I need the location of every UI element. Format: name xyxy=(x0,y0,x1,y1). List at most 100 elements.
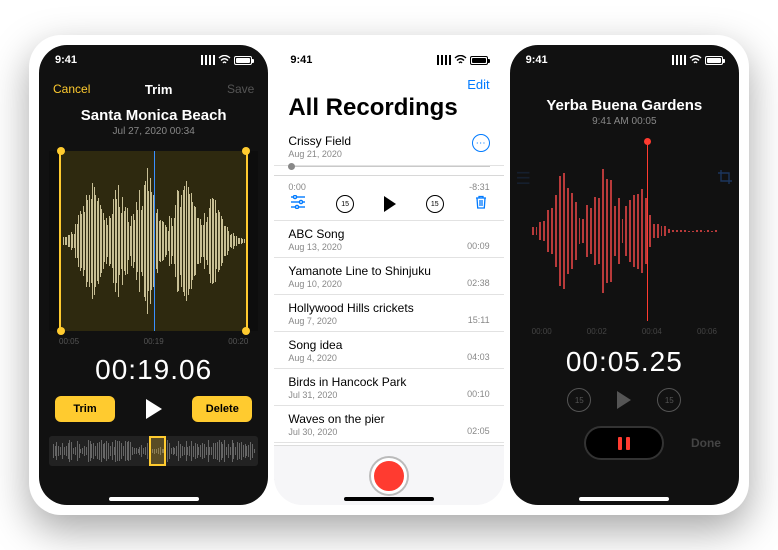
battery-icon xyxy=(470,56,488,65)
done-button[interactable]: Done xyxy=(691,436,721,450)
wifi-icon xyxy=(689,55,702,65)
recording-date: Aug 7, 2020 xyxy=(288,316,489,326)
home-indicator[interactable] xyxy=(579,497,669,501)
playhead[interactable] xyxy=(154,151,155,331)
more-button[interactable]: ⋯ xyxy=(472,134,490,152)
play-button[interactable] xyxy=(146,399,162,419)
phone-trim: 9:41 Cancel Trim Save Santa Monica Beach… xyxy=(39,45,268,505)
play-button[interactable] xyxy=(617,391,631,409)
skip-back-button[interactable]: 15 xyxy=(336,195,354,213)
signal-icon xyxy=(672,55,686,65)
recording-duration: 00:09 xyxy=(467,241,490,251)
time-readout: 0:00 -8:31 xyxy=(274,175,503,192)
recording-duration: 15:11 xyxy=(468,315,490,325)
trim-handle[interactable] xyxy=(57,327,65,335)
tick: 00:04 xyxy=(642,327,662,336)
scrubber-window[interactable] xyxy=(149,436,166,466)
wifi-icon xyxy=(218,55,231,65)
recording-duration: 04:03 xyxy=(467,352,490,362)
delete-button[interactable]: Delete xyxy=(192,396,252,422)
playback-controls: 15 15 xyxy=(510,388,739,412)
save-button[interactable]: Save xyxy=(227,82,254,96)
list-item-expanded[interactable]: Crissy Field Aug 21, 2020 ⋯ xyxy=(274,128,503,166)
page-title: All Recordings xyxy=(274,92,503,128)
edit-button[interactable]: Edit xyxy=(274,75,503,92)
recordings-list: ABC SongAug 13, 202000:09Yamanote Line t… xyxy=(274,221,503,480)
record-toolbar xyxy=(274,445,503,505)
recording-duration: 02:38 xyxy=(467,278,490,288)
status-time: 9:41 xyxy=(526,54,548,66)
recording-meta: 9:41 AM 00:05 xyxy=(510,116,739,127)
list-item[interactable]: Birds in Hancock ParkJul 31, 202000:10 xyxy=(274,369,503,406)
tick: 00:02 xyxy=(587,327,607,336)
recording-name: Hollywood Hills crickets xyxy=(288,301,489,315)
battery-icon xyxy=(705,56,723,65)
home-indicator[interactable] xyxy=(344,497,434,501)
status-time: 9:41 xyxy=(290,54,312,66)
recording-name: Birds in Hancock Park xyxy=(288,375,489,389)
status-bar: 9:41 xyxy=(510,45,739,75)
list-item[interactable]: Yamanote Line to ShinjukuAug 10, 202002:… xyxy=(274,258,503,295)
trim-button[interactable]: Trim xyxy=(55,396,115,422)
elapsed: 0:00 xyxy=(288,182,306,192)
phone-record: 9:41 Yerba Buena Gardens 9:41 AM 00:05 ☰… xyxy=(510,45,739,505)
time-ticks: 00:05 00:19 00:20 xyxy=(39,337,268,346)
app-showcase: 9:41 Cancel Trim Save Santa Monica Beach… xyxy=(29,35,749,515)
recording-date: Jul 31, 2020 xyxy=(288,390,489,400)
record-time: 00:05.25 xyxy=(510,346,739,378)
signal-icon xyxy=(437,55,451,65)
status-time: 9:41 xyxy=(55,54,77,66)
recording-name: Yamanote Line to Shinjuku xyxy=(288,264,489,278)
waveform xyxy=(510,141,739,321)
signal-icon xyxy=(201,55,215,65)
playback-time: 00:19.06 xyxy=(39,354,268,386)
status-indicators xyxy=(437,55,488,65)
list-item[interactable]: Hollywood Hills cricketsAug 7, 202015:11 xyxy=(274,295,503,332)
record-head xyxy=(647,141,648,321)
cancel-button[interactable]: Cancel xyxy=(53,82,90,96)
trim-handle[interactable] xyxy=(242,327,250,335)
recording-date: Aug 10, 2020 xyxy=(288,279,489,289)
record-controls: Done xyxy=(510,426,739,460)
phone-list: 9:41 Edit All Recordings Crissy Field Au… xyxy=(274,45,503,505)
skip-back-button[interactable]: 15 xyxy=(567,388,591,412)
options-icon[interactable] xyxy=(290,195,306,213)
list-item[interactable]: ABC SongAug 13, 202000:09 xyxy=(274,221,503,258)
trim-handle[interactable] xyxy=(57,147,65,155)
status-indicators xyxy=(672,55,723,65)
recording-name: Crissy Field xyxy=(288,134,489,148)
recording-title: Yerba Buena Gardens xyxy=(510,97,739,114)
waveform-editor[interactable] xyxy=(49,151,258,331)
tick: 00:05 xyxy=(59,337,79,346)
skip-forward-button[interactable]: 15 xyxy=(657,388,681,412)
recording-header: Santa Monica Beach Jul 27, 2020 00:34 xyxy=(39,107,268,137)
tick: 00:19 xyxy=(144,337,164,346)
remaining: -8:31 xyxy=(469,182,490,192)
time-ticks: 00:00 00:02 00:04 00:06 xyxy=(510,327,739,336)
recording-date: Jul 30, 2020 xyxy=(288,427,489,437)
overview-scrubber[interactable] xyxy=(49,436,258,466)
recording-name: Song idea xyxy=(288,338,489,352)
battery-icon xyxy=(234,56,252,65)
wifi-icon xyxy=(454,55,467,65)
list-item[interactable]: Song ideaAug 4, 202004:03 xyxy=(274,332,503,369)
recording-date: Aug 13, 2020 xyxy=(288,242,489,252)
skip-forward-button[interactable]: 15 xyxy=(426,195,444,213)
record-button[interactable] xyxy=(371,458,407,494)
recording-name: Waves on the pier xyxy=(288,412,489,426)
recording-date: Aug 21, 2020 xyxy=(288,149,489,159)
trim-controls: Trim Delete xyxy=(39,396,268,422)
home-indicator[interactable] xyxy=(109,497,199,501)
status-bar: 9:41 xyxy=(39,45,268,75)
playback-controls: 15 15 xyxy=(274,192,503,221)
recording-date: Aug 4, 2020 xyxy=(288,353,489,363)
pause-button[interactable] xyxy=(584,426,664,460)
play-button[interactable] xyxy=(384,196,396,212)
tick: 00:06 xyxy=(697,327,717,336)
delete-button[interactable] xyxy=(474,194,488,214)
progress-track[interactable] xyxy=(288,166,489,167)
waveform-live xyxy=(510,141,739,321)
list-item[interactable]: Waves on the pierJul 30, 202002:05 xyxy=(274,406,503,443)
nav-title: Trim xyxy=(145,82,172,97)
status-bar: 9:41 xyxy=(274,45,503,75)
